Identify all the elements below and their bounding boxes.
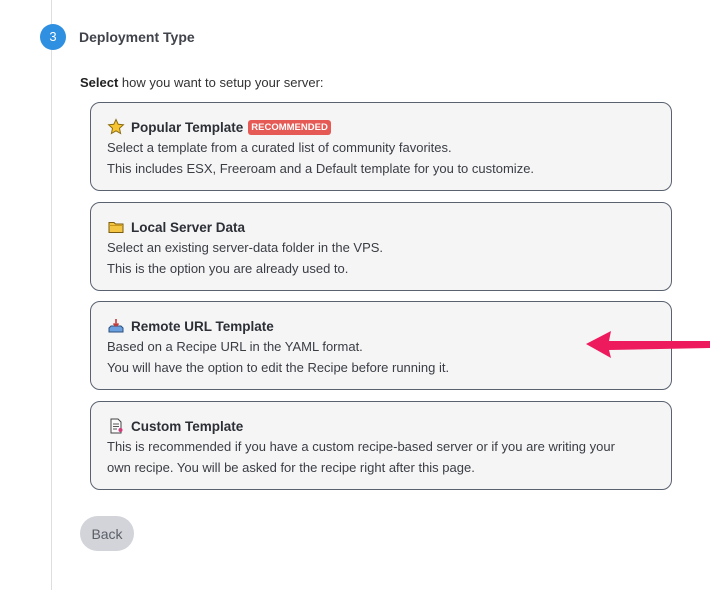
option-title: Local Server Data <box>131 219 246 235</box>
star-icon <box>107 118 125 136</box>
back-button[interactable]: Back <box>80 516 134 551</box>
step-title: Deployment Type <box>79 29 195 45</box>
option-description-2: own recipe. You will be asked for the re… <box>107 460 475 475</box>
option-remote-url-template[interactable]: Remote URL Template Based on a Recipe UR… <box>90 301 672 390</box>
option-custom-template[interactable]: Custom Template This is recommended if y… <box>90 401 672 490</box>
option-description-1: Select an existing server-data folder in… <box>107 240 384 255</box>
option-description-2: This is the option you are already used … <box>107 261 349 276</box>
intro-text: Select how you want to setup your server… <box>80 75 324 90</box>
document-icon <box>107 417 125 435</box>
timeline-line <box>51 0 52 590</box>
intro-bold: Select <box>80 75 119 90</box>
step-number-badge: 3 <box>40 24 66 50</box>
folder-icon <box>107 218 125 236</box>
option-description-1: This is recommended if you have a custom… <box>107 439 615 454</box>
option-description-1: Based on a Recipe URL in the YAML format… <box>107 339 363 354</box>
option-description-1: Select a template from a curated list of… <box>107 140 452 155</box>
option-description-2: This includes ESX, Freeroam and a Defaul… <box>107 161 535 176</box>
option-local-server-data[interactable]: Local Server Data Select an existing ser… <box>90 202 672 291</box>
option-title: Remote URL Template <box>131 318 274 334</box>
option-title: Popular Template <box>131 119 244 135</box>
intro-rest: how you want to setup your server: <box>118 75 324 90</box>
option-title: Custom Template <box>131 418 244 434</box>
recommended-badge: RECOMMENDED <box>248 119 331 135</box>
option-popular-template[interactable]: Popular Template RECOMMENDED Select a te… <box>90 102 672 191</box>
download-tray-icon <box>107 317 125 335</box>
option-description-2: You will have the option to edit the Rec… <box>107 360 450 375</box>
